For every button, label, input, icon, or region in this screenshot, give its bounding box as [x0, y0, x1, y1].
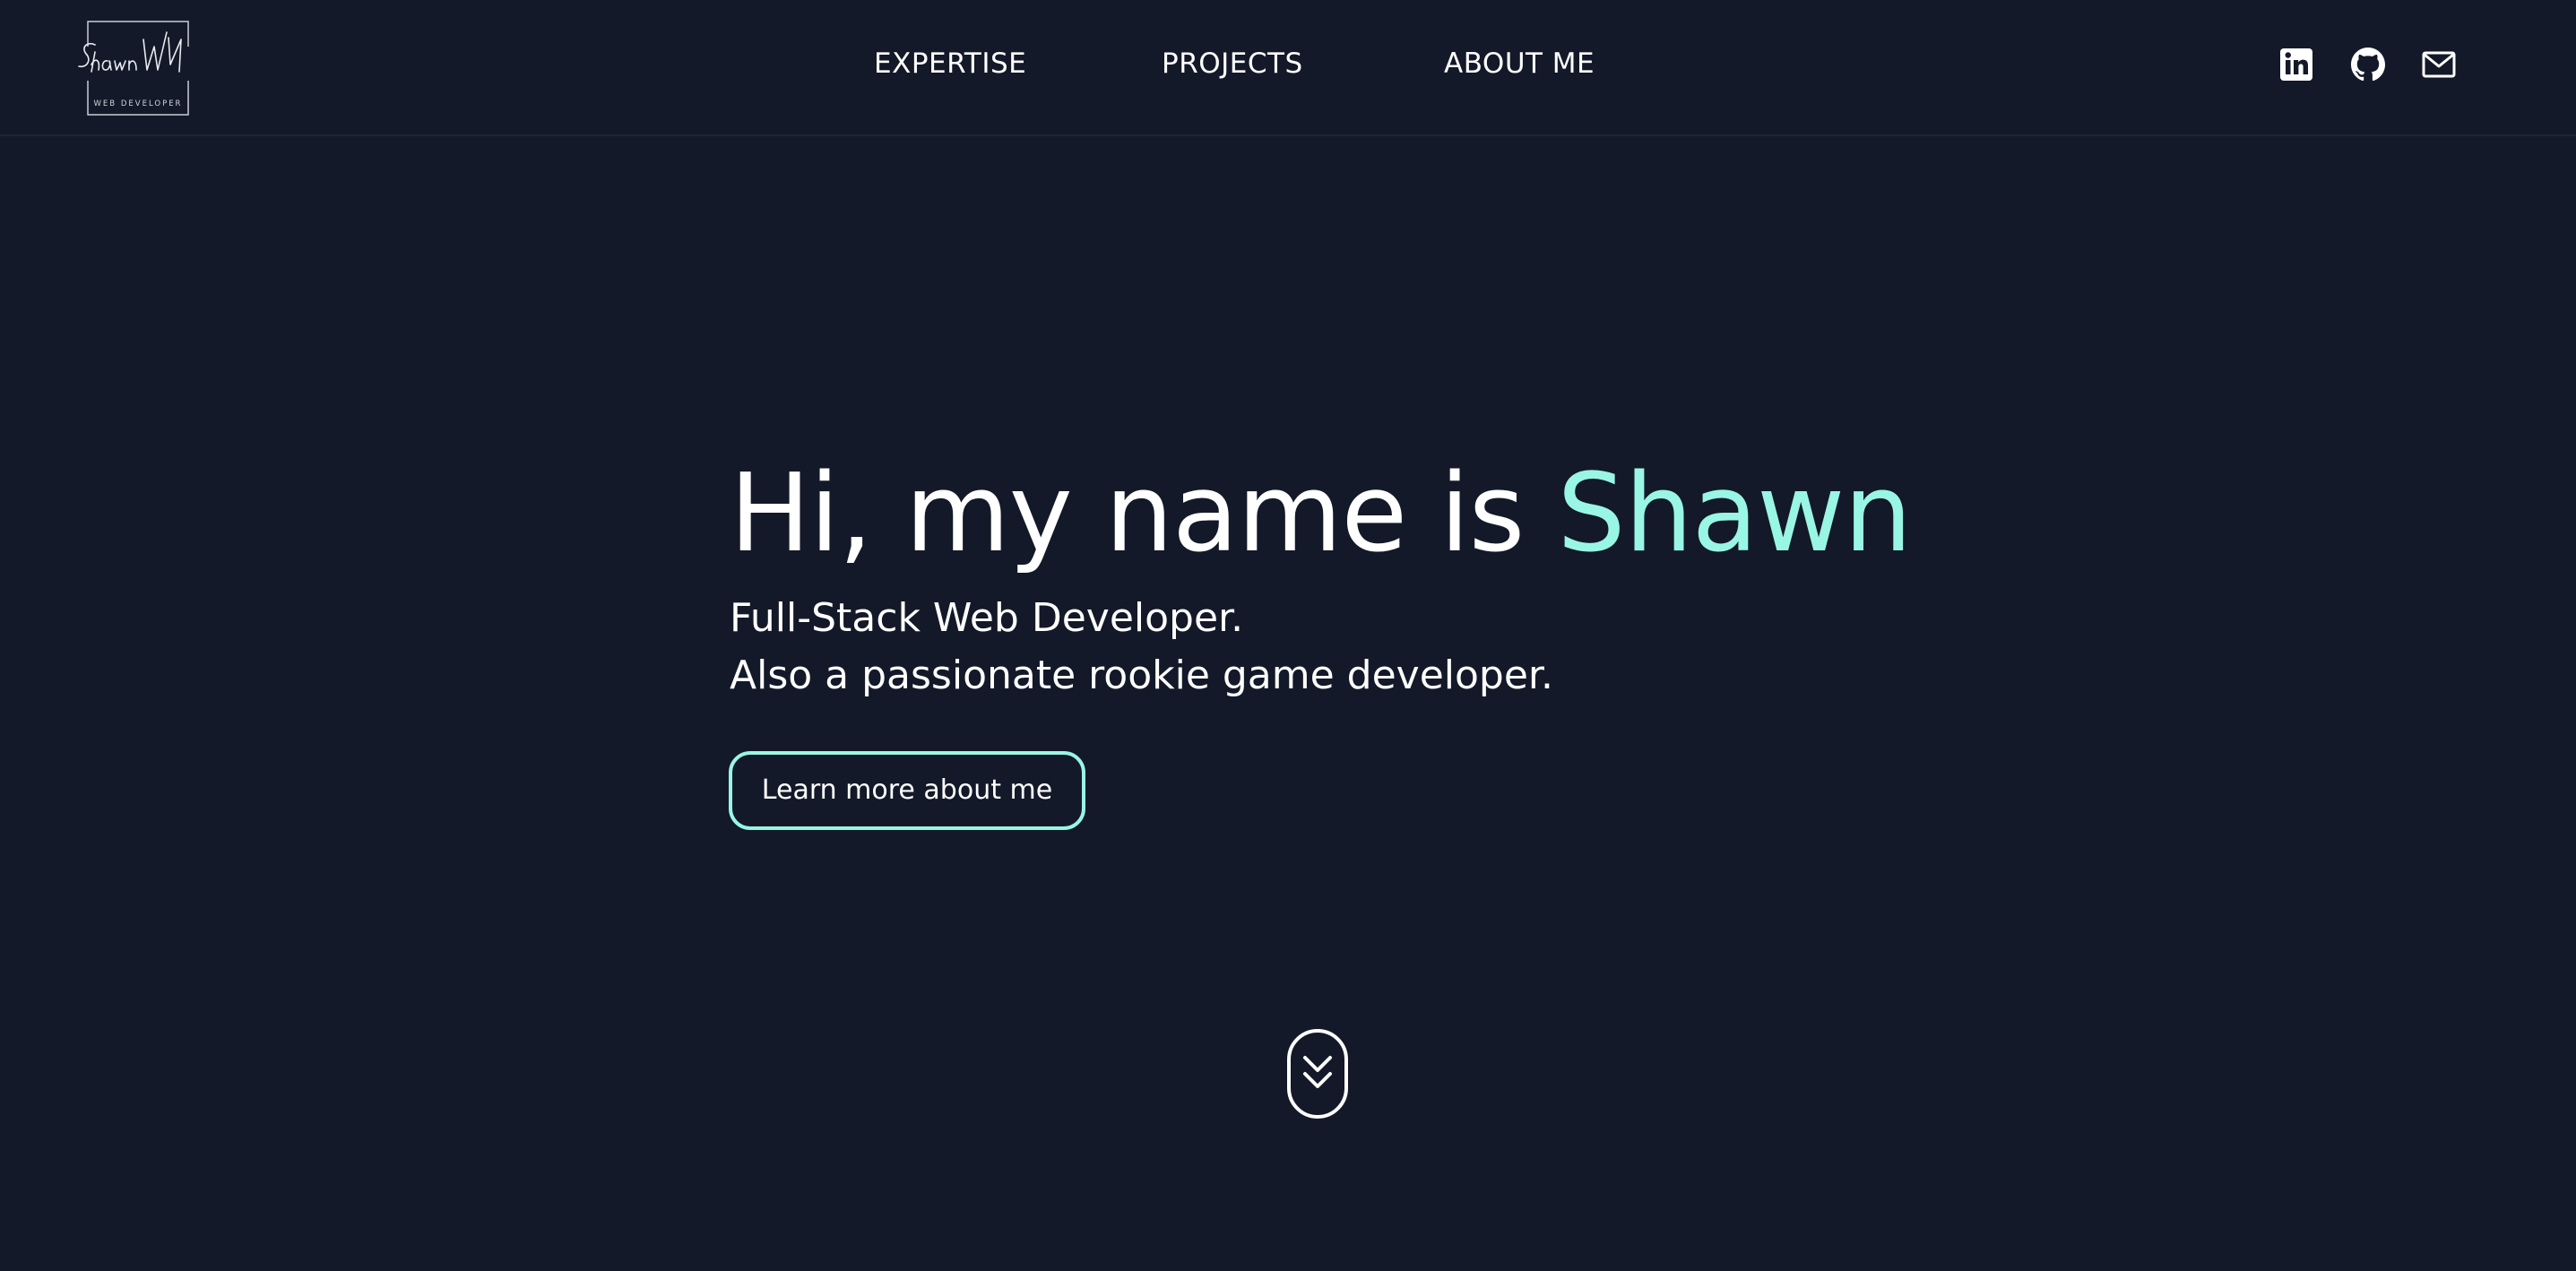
learn-more-button[interactable]: Learn more about me — [729, 751, 1085, 830]
hero-subtitle: Full-Stack Web Developer. Also a passion… — [730, 590, 1895, 705]
hero-subtitle-line2: Also a passionate rookie game developer. — [730, 653, 1553, 698]
svg-text:WEB DEVELOPER: WEB DEVELOPER — [94, 99, 183, 108]
github-icon[interactable] — [2348, 45, 2388, 84]
hero-title-name: Shawn — [1557, 452, 1912, 576]
hero-title: Hi, my name is Shawn — [730, 448, 1912, 581]
nav-link-projects[interactable]: PROJECTS — [1162, 41, 1303, 86]
double-chevron-down-icon — [1303, 1056, 1332, 1088]
nav-link-expertise[interactable]: EXPERTISE — [874, 41, 1026, 86]
mail-icon[interactable] — [2419, 45, 2459, 84]
hero-title-prefix: Hi, my name is — [730, 452, 1558, 576]
main-nav: EXPERTISE PROJECTS ABOUT ME — [0, 41, 2576, 86]
linkedin-icon[interactable] — [2277, 45, 2316, 84]
nav-link-about-me[interactable]: ABOUT ME — [1444, 41, 1595, 86]
hero-section: Hi, my name is Shawn Full-Stack Web Deve… — [730, 448, 1912, 705]
hero-subtitle-line1: Full-Stack Web Developer. — [730, 595, 1244, 641]
scroll-down-button[interactable] — [1287, 1029, 1348, 1119]
site-header: WEB DEVELOPER EXPERTISE PROJECTS ABOUT M… — [0, 0, 2576, 136]
